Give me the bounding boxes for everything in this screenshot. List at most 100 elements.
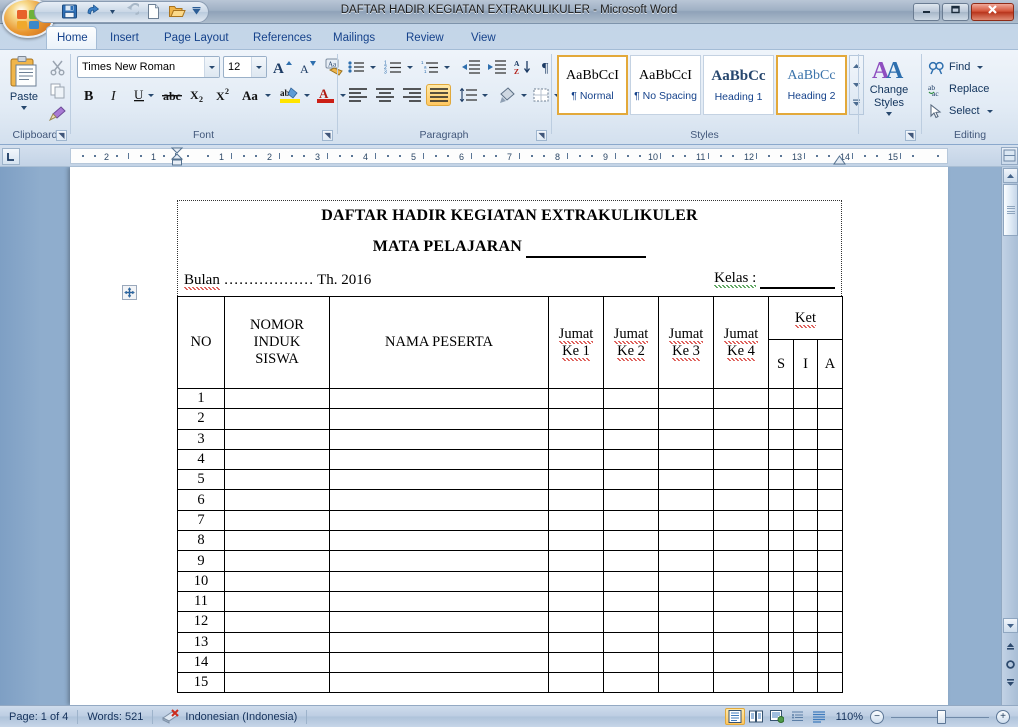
table-row[interactable]: 11 — [177, 590, 843, 613]
underline-dropdown-icon[interactable] — [145, 87, 157, 103]
table-cell[interactable] — [548, 611, 604, 633]
subscript-button[interactable]: X2 — [187, 84, 211, 106]
zoom-in-button[interactable]: + — [996, 709, 1010, 724]
align-left-button[interactable] — [345, 84, 370, 106]
scroll-up-button[interactable] — [1003, 168, 1018, 183]
style-heading-1[interactable]: AaBbCс Heading 1 — [703, 55, 774, 115]
table-row[interactable]: 8 — [177, 530, 843, 552]
row-number-cell[interactable]: 14 — [177, 651, 225, 674]
paragraph-dialog-launcher[interactable]: ◥ — [536, 130, 547, 141]
table-cell[interactable] — [817, 489, 843, 511]
table-row[interactable]: 13 — [177, 631, 843, 653]
table-cell[interactable] — [713, 530, 769, 552]
undo-dropdown-icon[interactable] — [107, 3, 118, 21]
table-cell[interactable] — [658, 550, 714, 572]
table-cell[interactable] — [713, 428, 769, 450]
table-cell[interactable] — [817, 428, 843, 450]
table-row[interactable]: 2 — [177, 408, 843, 430]
row-number-cell[interactable]: 5 — [177, 469, 225, 491]
zoom-slider-handle[interactable] — [937, 709, 946, 724]
zoom-slider[interactable] — [891, 709, 989, 725]
change-styles-button[interactable]: A A Change Styles ◥ — [859, 51, 919, 143]
table-cell[interactable] — [817, 631, 843, 653]
table-cell[interactable] — [329, 469, 549, 491]
row-number-cell[interactable]: 4 — [177, 448, 225, 471]
font-size-dropdown-icon[interactable] — [251, 57, 266, 77]
table-cell[interactable] — [793, 651, 818, 674]
style-normal[interactable]: AaBbCcI ¶ Normal — [557, 55, 628, 115]
font-name-dropdown-icon[interactable] — [204, 57, 219, 77]
scrollbar-thumb[interactable] — [1003, 184, 1018, 236]
table-cell[interactable] — [713, 448, 769, 471]
table-cell[interactable] — [548, 590, 604, 613]
table-cell[interactable] — [603, 469, 659, 491]
save-icon[interactable] — [61, 3, 80, 21]
table-row[interactable]: 14 — [177, 651, 843, 674]
table-cell[interactable] — [817, 672, 843, 694]
draft-view-button[interactable] — [809, 708, 829, 725]
table-cell[interactable] — [224, 672, 330, 694]
table-cell[interactable] — [224, 387, 330, 410]
paste-dropdown-icon[interactable] — [21, 106, 27, 110]
table-cell[interactable] — [658, 672, 714, 694]
tab-review[interactable]: Review — [396, 27, 454, 50]
table-row[interactable]: 5 — [177, 469, 843, 491]
table-cell[interactable] — [224, 570, 330, 592]
close-button[interactable] — [971, 3, 1014, 21]
table-cell[interactable] — [329, 570, 549, 592]
table-cell[interactable] — [817, 651, 843, 674]
italic-button[interactable]: I — [103, 84, 125, 106]
font-color-button[interactable]: A — [315, 84, 337, 106]
table-cell[interactable] — [793, 590, 818, 613]
table-cell[interactable] — [713, 489, 769, 511]
styles-dialog-launcher[interactable]: ◥ — [905, 130, 916, 141]
table-cell[interactable] — [817, 448, 843, 471]
select-button[interactable]: Select — [928, 101, 993, 121]
font-name-combo[interactable]: Times New Roman — [77, 56, 220, 78]
table-cell[interactable] — [713, 387, 769, 410]
clipboard-dialog-launcher[interactable]: ◥ — [56, 130, 67, 141]
table-cell[interactable] — [768, 509, 794, 532]
tab-references[interactable]: References — [243, 27, 322, 50]
table-cell[interactable] — [603, 428, 659, 450]
previous-page-button[interactable] — [1003, 639, 1018, 654]
table-cell[interactable] — [548, 570, 604, 592]
table-row[interactable]: 1 — [177, 387, 843, 410]
minimize-button[interactable] — [913, 3, 940, 21]
table-cell[interactable] — [224, 590, 330, 613]
format-painter-button[interactable] — [46, 102, 68, 124]
table-cell[interactable] — [224, 469, 330, 491]
decrease-indent-button[interactable] — [459, 56, 483, 78]
open-icon[interactable] — [168, 3, 187, 21]
style-no-spacing[interactable]: AaBbCcI ¶ No Spacing — [630, 55, 701, 115]
change-case-dropdown-icon[interactable] — [262, 87, 274, 103]
table-cell[interactable] — [768, 530, 794, 552]
cut-button[interactable] — [46, 56, 68, 78]
table-cell[interactable] — [713, 631, 769, 653]
table-cell[interactable] — [603, 672, 659, 694]
row-number-cell[interactable]: 7 — [177, 509, 225, 532]
highlight-dropdown-icon[interactable] — [301, 87, 313, 103]
scroll-down-button[interactable] — [1003, 618, 1018, 633]
row-number-cell[interactable]: 8 — [177, 530, 225, 552]
table-cell[interactable] — [329, 651, 549, 674]
strikethrough-button[interactable]: abc — [159, 84, 185, 106]
next-page-button[interactable] — [1003, 675, 1018, 690]
table-cell[interactable] — [713, 469, 769, 491]
copy-button[interactable] — [46, 79, 68, 101]
borders-button[interactable] — [530, 84, 552, 106]
attendance-table[interactable]: NO NOMOR INDUK SISWA NAMA PESERTA Jumat … — [177, 296, 843, 694]
increase-indent-button[interactable] — [485, 56, 509, 78]
table-cell[interactable] — [768, 550, 794, 572]
word-count[interactable]: Words: 521 — [78, 706, 152, 727]
tab-mailings[interactable]: Mailings — [323, 27, 385, 50]
table-cell[interactable] — [548, 550, 604, 572]
table-cell[interactable] — [603, 509, 659, 532]
numbering-button[interactable]: 123 — [382, 56, 404, 78]
table-cell[interactable] — [817, 611, 843, 633]
customize-quick-access-toolbar-icon[interactable] — [191, 3, 202, 21]
numbering-dropdown-icon[interactable] — [404, 59, 416, 75]
table-cell[interactable] — [603, 651, 659, 674]
zoom-level[interactable]: 110% — [836, 711, 863, 723]
row-number-cell[interactable]: 2 — [177, 408, 225, 430]
